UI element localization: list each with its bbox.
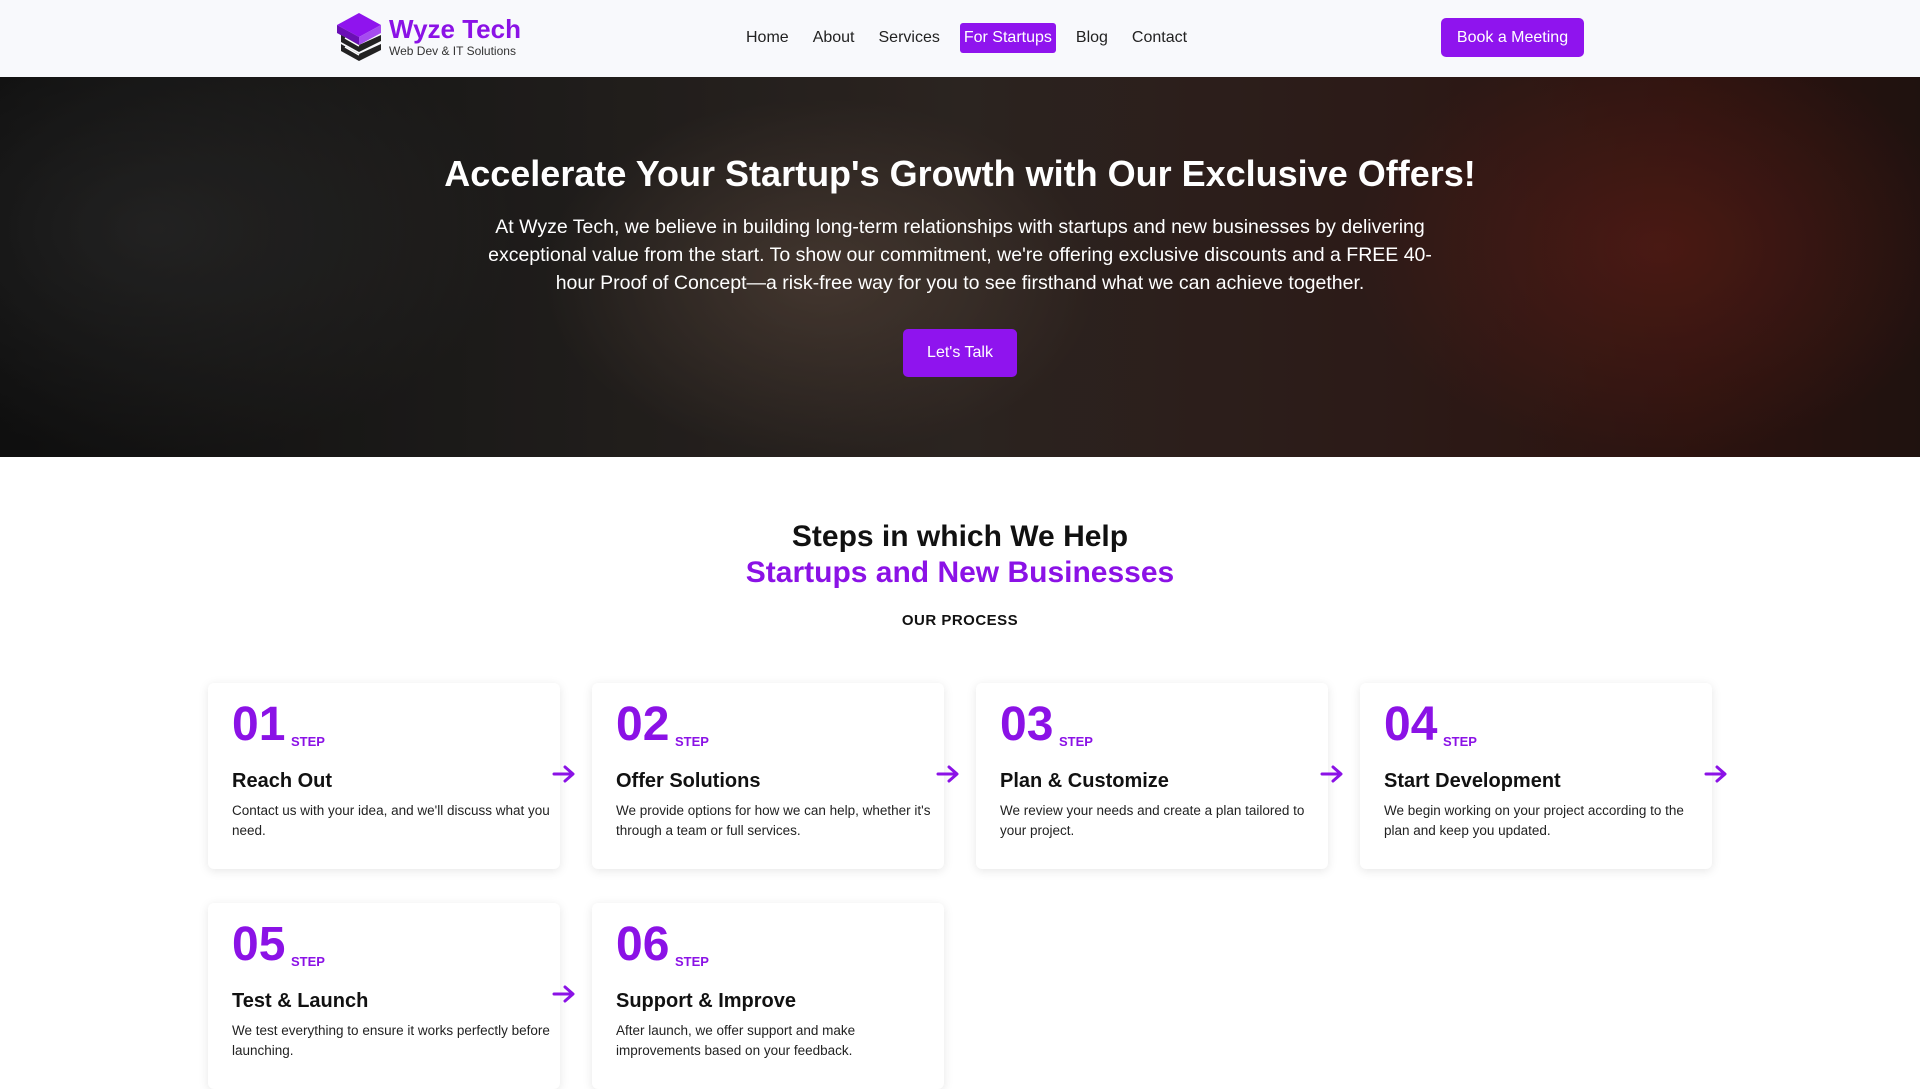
hero-description: At Wyze Tech, we believe in building lon…: [488, 216, 1432, 294]
hero-title: Accelerate Your Startup's Growth with Ou…: [444, 153, 1476, 194]
step-description: After launch, we offer support and make …: [616, 1023, 856, 1058]
nav-for-startups[interactable]: For Startups: [959, 23, 1056, 53]
step-title: Support & Improve: [616, 990, 797, 1012]
step-number: 05: [232, 918, 286, 971]
arrow-right-icon: [552, 985, 575, 1003]
brand-logo[interactable]: Wyze Tech Web Dev & IT Solutions: [335, 11, 525, 67]
step-label: STEP: [1443, 734, 1477, 749]
step-number: 06: [616, 918, 670, 971]
step-card: 01 STEP Reach Out Contact us with your i…: [208, 683, 560, 869]
step-description: Contact us with your idea, and we'll dis…: [232, 803, 550, 838]
step-card: 04 STEP Start Development We begin worki…: [1360, 683, 1712, 869]
nav-blog[interactable]: Blog: [1072, 23, 1112, 53]
hero-section: Accelerate Your Startup's Growth with Ou…: [0, 77, 1920, 457]
step-label: STEP: [675, 734, 709, 749]
step-number: 03: [1000, 698, 1054, 751]
step-title: Test & Launch: [232, 990, 369, 1012]
step-title: Reach Out: [232, 770, 333, 792]
step-label: STEP: [291, 734, 325, 749]
arrow-right-icon: [936, 765, 959, 783]
step-card: 02 STEP Offer Solutions We provide optio…: [592, 683, 944, 869]
step-label: STEP: [675, 954, 709, 969]
step-title: Plan & Customize: [1000, 770, 1169, 792]
step-label: STEP: [291, 954, 325, 969]
nav-home[interactable]: Home: [742, 23, 793, 53]
step-description: We test everything to ensure it works pe…: [232, 1023, 550, 1058]
arrow-right-icon: [1704, 765, 1727, 783]
step-description: We begin working on your project accordi…: [1384, 803, 1684, 838]
brand-tagline: Web Dev & IT Solutions: [389, 44, 516, 58]
step-label: STEP: [1059, 734, 1093, 749]
nav-services[interactable]: Services: [875, 23, 944, 53]
step-title: Start Development: [1384, 770, 1561, 792]
step-number: 04: [1384, 698, 1438, 751]
process-eyebrow: OUR PROCESS: [901, 612, 1019, 629]
step-card: 03 STEP Plan & Customize We review your …: [976, 683, 1328, 869]
step-card: 05 STEP Test & Launch We test everything…: [208, 903, 560, 1089]
lets-talk-button[interactable]: Let's Talk: [903, 329, 1017, 377]
stacked-books-logo-icon: [337, 13, 381, 61]
steps-heading: Steps in which We Help: [791, 520, 1129, 553]
book-meeting-button[interactable]: Book a Meeting: [1441, 18, 1584, 57]
step-description: We provide options for how we can help, …: [616, 803, 931, 838]
step-card: 06 STEP Support & Improve After launch, …: [592, 903, 944, 1089]
main-nav: Home About Services For Startups Blog Co…: [742, 22, 1207, 54]
nav-contact[interactable]: Contact: [1128, 23, 1191, 53]
nav-about[interactable]: About: [809, 23, 859, 53]
brand-name: Wyze Tech: [389, 14, 521, 44]
steps-subheading: Startups and New Businesses: [745, 556, 1175, 589]
arrow-right-icon: [1320, 765, 1343, 783]
arrow-right-icon: [552, 765, 575, 783]
step-title: Offer Solutions: [616, 770, 761, 792]
step-description: We review your needs and create a plan t…: [1000, 803, 1305, 838]
site-header: Wyze Tech Web Dev & IT Solutions Home Ab…: [0, 0, 1920, 77]
step-number: 01: [232, 698, 286, 751]
step-number: 02: [616, 698, 670, 751]
